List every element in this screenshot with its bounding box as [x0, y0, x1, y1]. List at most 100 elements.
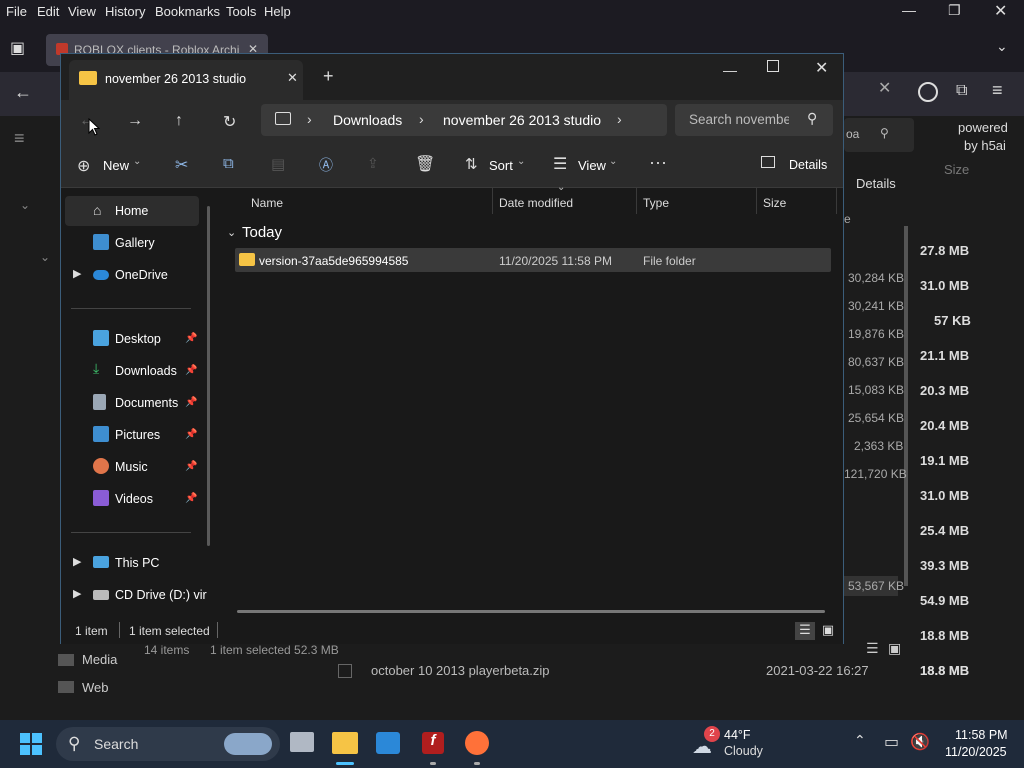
weather-temperature[interactable]: 44°F — [724, 728, 751, 742]
tab-list-icon[interactable]: ▣ — [10, 38, 25, 58]
divider[interactable] — [492, 188, 493, 214]
more-options-icon[interactable]: ··· — [649, 152, 667, 173]
details-view-icon[interactable]: ▣ — [888, 640, 901, 657]
horizontal-scrollbar[interactable] — [237, 610, 825, 613]
close-icon[interactable]: ✕ — [994, 1, 1007, 21]
refresh-icon[interactable]: ↻ — [223, 112, 236, 132]
powered-by-h5ai[interactable]: by h5ai — [964, 138, 1006, 153]
volume-muted-icon[interactable]: 🔇 — [910, 732, 930, 752]
copy-icon[interactable]: ⧉ — [223, 155, 234, 172]
nav-onedrive[interactable]: ▶ OneDrive — [61, 260, 201, 290]
pin-icon[interactable]: 📌 — [185, 493, 197, 504]
restore-icon[interactable]: ❐ — [948, 2, 961, 19]
chevron-right-icon[interactable]: ▶ — [73, 267, 81, 280]
details-view-icon[interactable]: ☰ — [795, 622, 815, 640]
back-arrow-icon[interactable]: ← — [14, 82, 32, 103]
menu-help[interactable]: Help — [264, 4, 291, 19]
pin-icon[interactable]: 📌 — [185, 365, 197, 376]
file-explorer-taskbar-icon[interactable] — [332, 732, 358, 754]
hamburger-icon[interactable]: ≡ — [14, 128, 25, 149]
menu-file[interactable]: File — [6, 4, 27, 19]
h5ai-search[interactable]: oa ⚲ — [844, 118, 914, 152]
chevron-down-icon[interactable]: ⌄ — [40, 250, 50, 264]
sort-button[interactable]: Sort — [489, 158, 513, 173]
paste-icon[interactable]: ▤ — [271, 155, 285, 173]
pin-icon[interactable]: 📌 — [185, 333, 197, 344]
new-tab-icon[interactable]: + — [323, 66, 334, 87]
menu-history[interactable]: History — [105, 4, 145, 19]
network-icon[interactable]: ▭ — [884, 732, 899, 752]
chevron-up-icon[interactable]: ⌃ — [854, 732, 866, 749]
task-view-icon[interactable] — [290, 732, 314, 752]
up-arrow-icon[interactable]: ↑ — [175, 112, 183, 130]
nav-home[interactable]: ⌂ Home — [65, 196, 199, 226]
nav-this-pc[interactable]: ▶ This PC — [61, 548, 201, 578]
menu-view[interactable]: View — [68, 4, 96, 19]
nav-pictures[interactable]: Pictures 📌 — [61, 420, 201, 450]
column-size[interactable]: Size — [763, 196, 786, 210]
new-button[interactable]: New — [103, 158, 129, 173]
clock-time[interactable]: 11:58 PM — [955, 728, 1008, 742]
view-button[interactable]: View — [578, 158, 606, 173]
breadcrumb-current-folder[interactable]: november 26 2013 studio — [443, 112, 601, 128]
divider[interactable] — [836, 188, 837, 214]
account-icon[interactable] — [918, 82, 938, 102]
pin-icon[interactable]: 📌 — [185, 397, 197, 408]
flash-player-icon[interactable]: f — [422, 732, 444, 754]
nav-documents[interactable]: Documents 📌 — [61, 388, 201, 418]
explorer-tab[interactable]: november 26 2013 studio ✕ — [69, 60, 303, 100]
minimize-icon[interactable]: — — [902, 2, 916, 18]
tree-folder-web[interactable]: Web — [82, 680, 109, 695]
address-bar[interactable]: › Downloads › november 26 2013 studio › — [261, 104, 667, 136]
close-icon[interactable]: ✕ — [815, 58, 828, 78]
h5ai-size-header[interactable]: Size — [944, 162, 969, 177]
nav-scrollbar[interactable] — [207, 206, 210, 546]
chevron-right-icon[interactable]: ▶ — [73, 587, 81, 600]
forward-arrow-icon[interactable]: → — [127, 112, 143, 130]
pin-icon[interactable]: 📌 — [185, 461, 197, 472]
extensions-icon[interactable]: ⧉ — [956, 82, 967, 100]
tree-folder-media[interactable]: Media — [82, 652, 117, 667]
rename-icon[interactable]: Ⓐ — [319, 155, 333, 175]
details-button[interactable]: Details — [789, 158, 827, 172]
divider[interactable] — [756, 188, 757, 214]
firefox-icon[interactable] — [465, 731, 489, 755]
chevron-right-icon[interactable]: ▶ — [73, 555, 81, 568]
close-icon[interactable]: ✕ — [878, 78, 891, 98]
delete-icon[interactable]: 🗑 — [415, 154, 435, 174]
chevron-right-icon[interactable]: › — [617, 111, 622, 127]
nav-videos[interactable]: Videos 📌 — [61, 484, 201, 514]
nav-gallery[interactable]: Gallery — [61, 228, 201, 258]
menu-icon[interactable]: ≡ — [992, 80, 1003, 101]
weather-description[interactable]: Cloudy — [724, 744, 763, 758]
menu-edit[interactable]: Edit — [37, 4, 59, 19]
chevron-down-icon[interactable]: ⌄ — [20, 198, 30, 212]
chevron-down-icon[interactable]: ⌄ — [996, 38, 1008, 55]
maximize-icon[interactable] — [767, 60, 779, 72]
column-type[interactable]: Type — [643, 196, 669, 210]
menu-tools[interactable]: Tools — [226, 4, 256, 19]
divider[interactable] — [636, 188, 637, 214]
breadcrumb-downloads[interactable]: Downloads — [333, 112, 402, 128]
search-input[interactable]: Search novembe ⚲ — [675, 104, 833, 136]
clock-date[interactable]: 11/20/2025 — [945, 745, 1007, 759]
chevron-down-icon[interactable]: ⌄ — [227, 226, 236, 239]
group-header-today[interactable]: Today — [242, 224, 282, 241]
nav-music[interactable]: Music 📌 — [61, 452, 201, 482]
cut-icon[interactable]: ✂ — [175, 155, 188, 175]
menu-bookmarks[interactable]: Bookmarks — [155, 4, 220, 19]
taskbar-search[interactable]: ⚲ Search — [56, 727, 280, 761]
h5ai-details-label[interactable]: Details — [856, 176, 896, 191]
pin-icon[interactable]: 📌 — [185, 429, 197, 440]
file-row[interactable]: version-37aa5de965994585 11/20/2025 11:5… — [235, 248, 831, 272]
column-date-modified[interactable]: Date modified — [499, 196, 573, 210]
nav-cd-drive[interactable]: ▶ CD Drive (D:) vir — [61, 580, 207, 610]
tiles-view-icon[interactable]: ▣ — [819, 622, 837, 640]
nav-desktop[interactable]: Desktop 📌 — [61, 324, 201, 354]
store-icon[interactable] — [376, 732, 400, 754]
column-name[interactable]: Name — [251, 196, 283, 210]
start-windows-icon[interactable] — [20, 733, 42, 755]
file-row-name[interactable]: october 10 2013 playerbeta.zip — [371, 663, 550, 678]
share-icon[interactable]: ⇪ — [367, 155, 379, 172]
scrollbar[interactable] — [904, 226, 908, 586]
